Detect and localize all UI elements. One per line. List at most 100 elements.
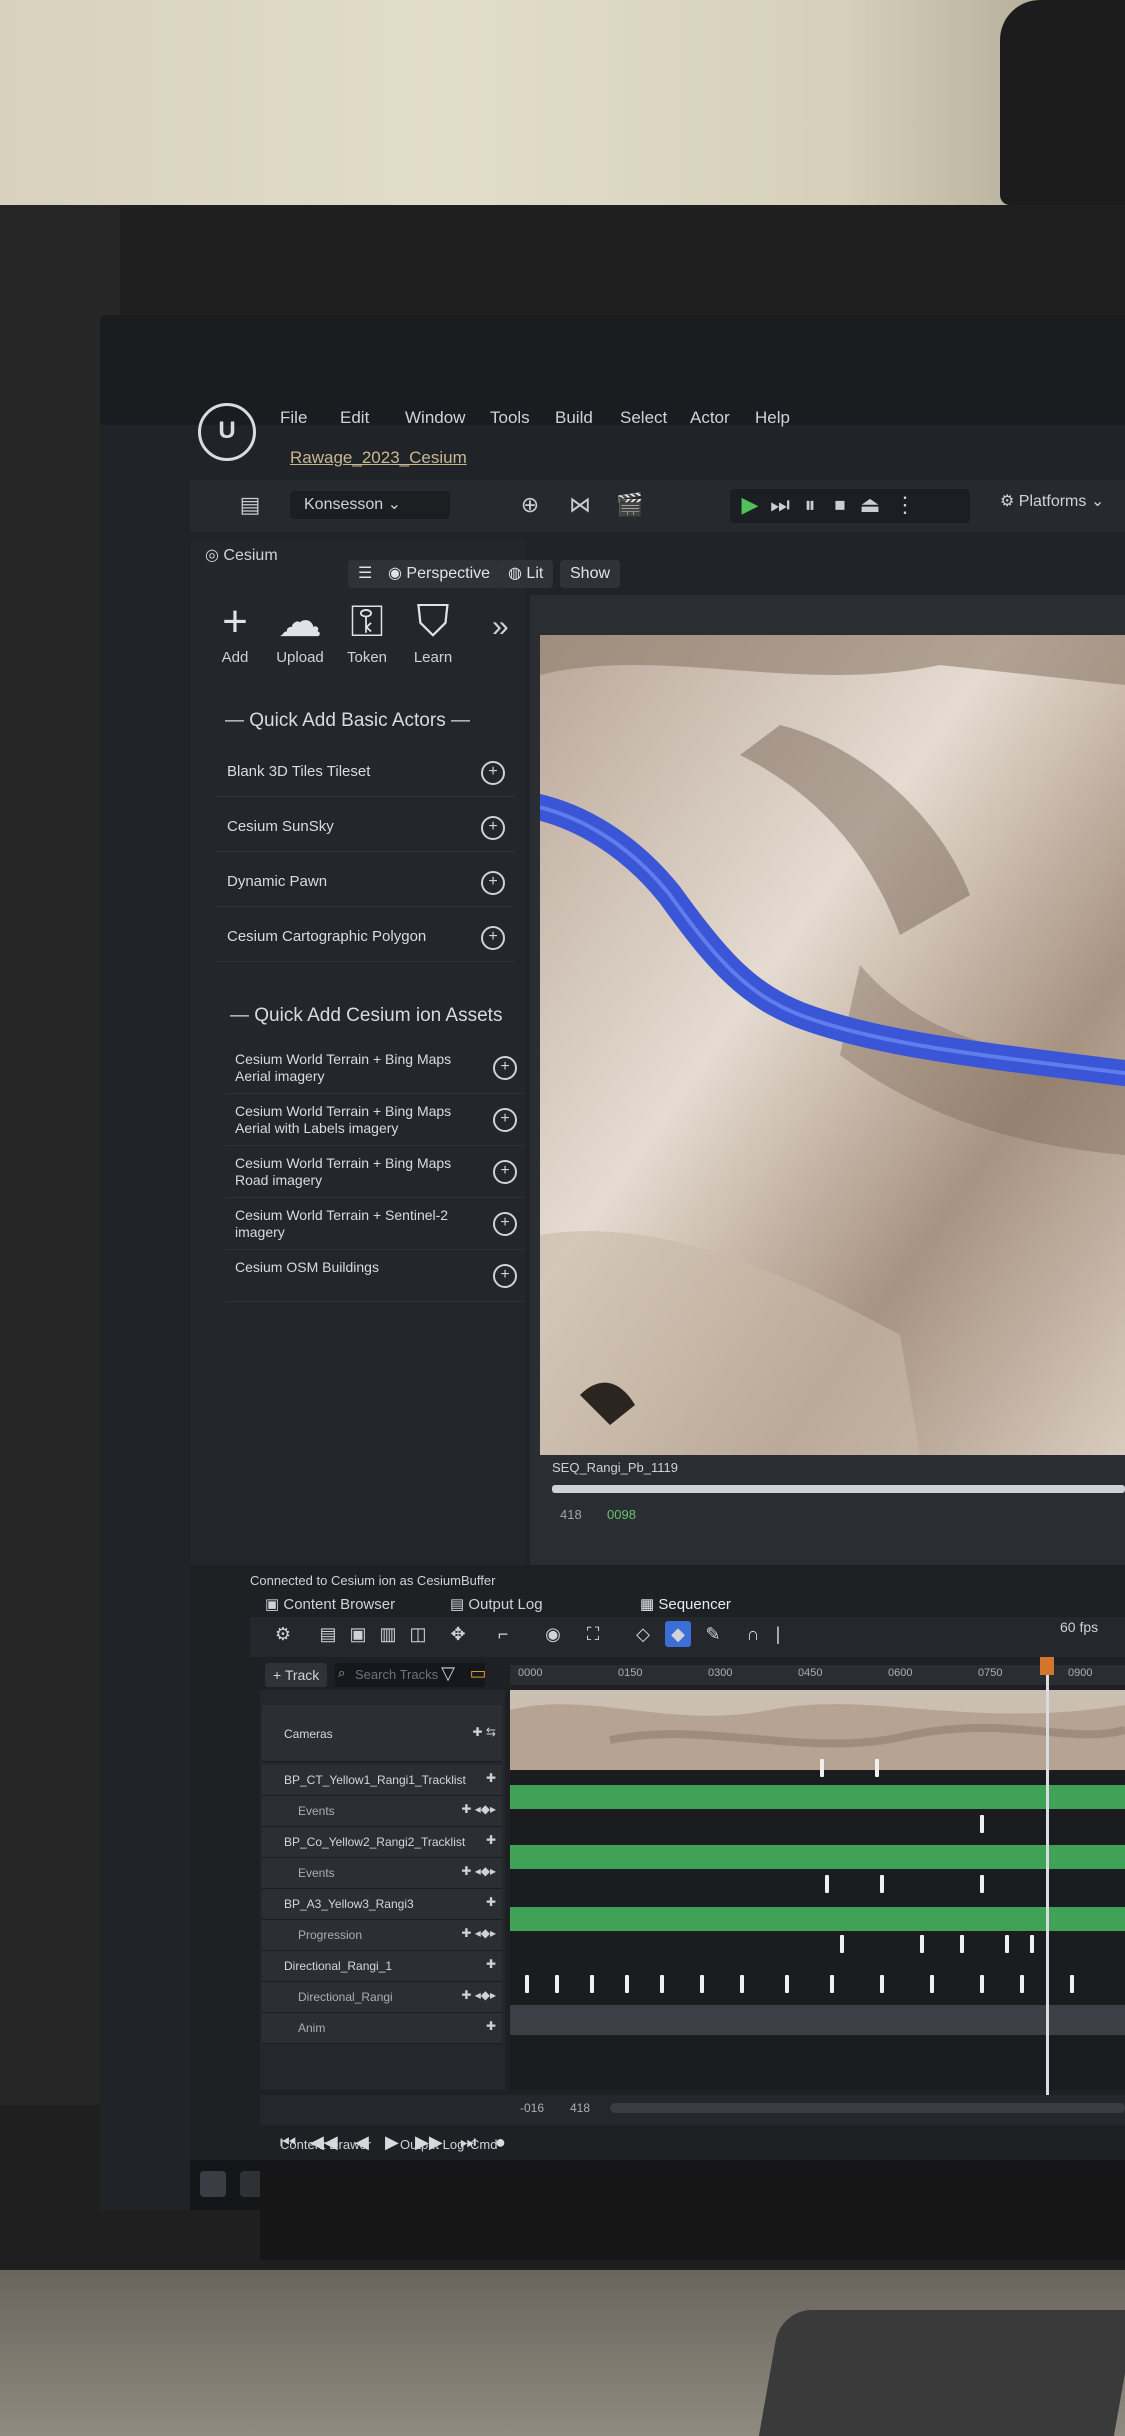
content-drawer-button[interactable]: Content Drawer xyxy=(280,2137,371,2152)
add-circle-icon[interactable]: + xyxy=(481,871,505,895)
camera-add-icon[interactable]: ◫ xyxy=(405,1621,431,1647)
track-section-bar[interactable] xyxy=(510,1785,1125,1809)
keyframe[interactable] xyxy=(740,1975,744,1993)
key-icon[interactable]: ⌐ xyxy=(490,1621,516,1647)
keyframe[interactable] xyxy=(625,1975,629,1993)
cinematics-icon[interactable]: 🎬 xyxy=(615,490,645,520)
tab-sequencer[interactable]: ▦ Sequencer xyxy=(640,1595,731,1613)
lit-button[interactable]: ◍ Lit xyxy=(498,560,554,588)
snap-icon[interactable]: ⛶ xyxy=(580,1621,606,1647)
track-row[interactable]: BP_A3_Yellow3_Rangi3 ✚ xyxy=(262,1889,502,1920)
add-circle-icon[interactable]: + xyxy=(481,816,505,840)
keyframe[interactable] xyxy=(980,1875,984,1893)
keyframe[interactable] xyxy=(1070,1975,1074,1993)
play-options-icon[interactable]: ⋮ xyxy=(890,490,920,520)
quick-add-basic-header[interactable]: — Quick Add Basic Actors — xyxy=(225,710,470,732)
keyframe[interactable] xyxy=(980,1975,984,1993)
keyframe[interactable] xyxy=(825,1875,829,1893)
ion-asset-item[interactable]: Cesium World Terrain + Bing Maps Aerial … xyxy=(225,1095,525,1146)
keyframe[interactable] xyxy=(880,1875,884,1893)
track-controls[interactable]: ✚ ◂◆▸ xyxy=(461,1926,496,1940)
pen-icon[interactable]: ✎ xyxy=(700,1621,726,1647)
keyframe[interactable] xyxy=(590,1975,594,1993)
keyframe[interactable] xyxy=(875,1759,879,1777)
track-controls[interactable]: ✚ ◂◆▸ xyxy=(461,1802,496,1816)
track-controls[interactable]: ✚ ⇆ xyxy=(473,1725,496,1739)
track-row[interactable]: Events ✚ ◂◆▸ xyxy=(262,1858,502,1889)
track-controls[interactable]: ✚ xyxy=(486,1833,496,1847)
keyframe[interactable] xyxy=(830,1975,834,1993)
keyframe[interactable] xyxy=(525,1975,529,1993)
tab-output-log[interactable]: ▤ Output Log xyxy=(450,1595,543,1613)
menu-file[interactable]: File xyxy=(280,408,307,428)
add-circle-icon[interactable]: + xyxy=(481,761,505,785)
basic-actor-item[interactable]: Cesium Cartographic Polygon + xyxy=(215,915,515,962)
ion-asset-item[interactable]: Cesium World Terrain + Bing Maps Aerial … xyxy=(225,1043,525,1094)
eject-icon[interactable]: ⏏ xyxy=(855,490,885,520)
track-row[interactable]: BP_CT_Yellow1_Rangi1_Tracklist ✚ xyxy=(262,1765,502,1796)
keyframe[interactable] xyxy=(840,1935,844,1953)
menu-select[interactable]: Select xyxy=(620,408,667,428)
upload-button[interactable]: ☁ Upload xyxy=(265,595,335,666)
cesium-tab[interactable]: ◎ Cesium xyxy=(205,545,278,565)
blueprint-icon[interactable]: ⋈ xyxy=(565,490,595,520)
track-controls[interactable]: ✚ xyxy=(486,1895,496,1909)
ion-asset-item[interactable]: Cesium World Terrain + Sentinel-2 imager… xyxy=(225,1199,525,1250)
track-row[interactable]: Anim ✚ xyxy=(262,2013,502,2044)
add-track-button[interactable]: + Track xyxy=(265,1663,328,1687)
track-controls[interactable]: ✚ ◂◆▸ xyxy=(461,1988,496,2002)
save-icon[interactable]: ▤ xyxy=(235,490,265,520)
menu-window[interactable]: Window xyxy=(405,408,465,428)
key-mode-icon[interactable]: ◆ xyxy=(665,1621,691,1647)
keyframe[interactable] xyxy=(700,1975,704,1993)
keyframe[interactable] xyxy=(880,1975,884,1993)
track-section-bar[interactable] xyxy=(510,1845,1125,1869)
terrain-render[interactable] xyxy=(540,635,1125,1455)
keyframe[interactable] xyxy=(1030,1935,1034,1953)
quick-add-ion-header[interactable]: — Quick Add Cesium ion Assets xyxy=(230,1005,502,1027)
stop-icon[interactable]: ⏹ xyxy=(825,490,855,520)
add-actor-icon[interactable]: ⊕ xyxy=(515,490,545,520)
render-icon[interactable]: ▥ xyxy=(375,1621,401,1647)
magnet-icon[interactable]: ∩ xyxy=(740,1621,766,1647)
keyframe[interactable] xyxy=(660,1975,664,1993)
track-controls[interactable]: ✚ ◂◆▸ xyxy=(461,1864,496,1878)
chevron-right-icon[interactable]: » xyxy=(492,610,509,644)
token-button[interactable]: ⚿ Token xyxy=(332,595,402,666)
keyframe[interactable] xyxy=(1020,1975,1024,1993)
basic-actor-item[interactable]: Dynamic Pawn + xyxy=(215,860,515,907)
track-section-bar[interactable] xyxy=(510,1907,1125,1931)
add-circle-icon[interactable]: + xyxy=(493,1056,517,1080)
save-sequence-icon[interactable]: ▤ xyxy=(315,1621,341,1647)
perspective-button[interactable]: ◉ Perspective xyxy=(378,560,501,588)
search-tracks-input[interactable]: Search Tracks xyxy=(335,1663,485,1687)
menu-edit[interactable]: Edit xyxy=(340,408,369,428)
track-row[interactable]: Events ✚ ◂◆▸ xyxy=(262,1796,502,1827)
platforms-menu[interactable]: ⚙ Platforms ⌄ xyxy=(1000,491,1104,511)
tab-content-browser[interactable]: ▣ Content Browser xyxy=(265,1595,395,1613)
keyframe[interactable] xyxy=(960,1935,964,1953)
keyframe[interactable] xyxy=(920,1935,924,1953)
track-controls[interactable]: ✚ xyxy=(486,1771,496,1785)
windows-start-icon[interactable] xyxy=(200,2171,226,2197)
funnel-icon[interactable]: ▽ xyxy=(435,1660,461,1686)
level-tab[interactable]: Rawage_2023_Cesium xyxy=(290,448,467,468)
folder-open-icon[interactable]: ▣ xyxy=(345,1621,371,1647)
settings-icon[interactable]: ⚙ xyxy=(270,1621,296,1647)
track-row[interactable]: Directional_Rangi ✚ ◂◆▸ xyxy=(262,1982,502,2013)
track-controls[interactable]: ✚ xyxy=(486,1957,496,1971)
add-button[interactable]: + Add xyxy=(200,595,270,666)
menu-build[interactable]: Build xyxy=(555,408,593,428)
step-icon[interactable]: ⏭ xyxy=(765,490,795,520)
keyframe[interactable] xyxy=(785,1975,789,1993)
basic-actor-item[interactable]: Blank 3D Tiles Tileset + xyxy=(215,750,515,797)
keyframe[interactable] xyxy=(980,1815,984,1833)
output-log-button[interactable]: Output Log xyxy=(400,2137,464,2152)
viewport-scrubber[interactable] xyxy=(552,1485,1125,1493)
unreal-logo-icon[interactable]: U xyxy=(198,403,256,461)
menu-tools[interactable]: Tools xyxy=(490,408,530,428)
track-row[interactable]: Progression ✚ ◂◆▸ xyxy=(262,1920,502,1951)
track-row[interactable]: Directional_Rangi_1 ✚ xyxy=(262,1951,502,1982)
learn-button[interactable]: ⛉ Learn xyxy=(398,595,468,666)
track-controls[interactable]: ✚ xyxy=(486,2019,496,2033)
